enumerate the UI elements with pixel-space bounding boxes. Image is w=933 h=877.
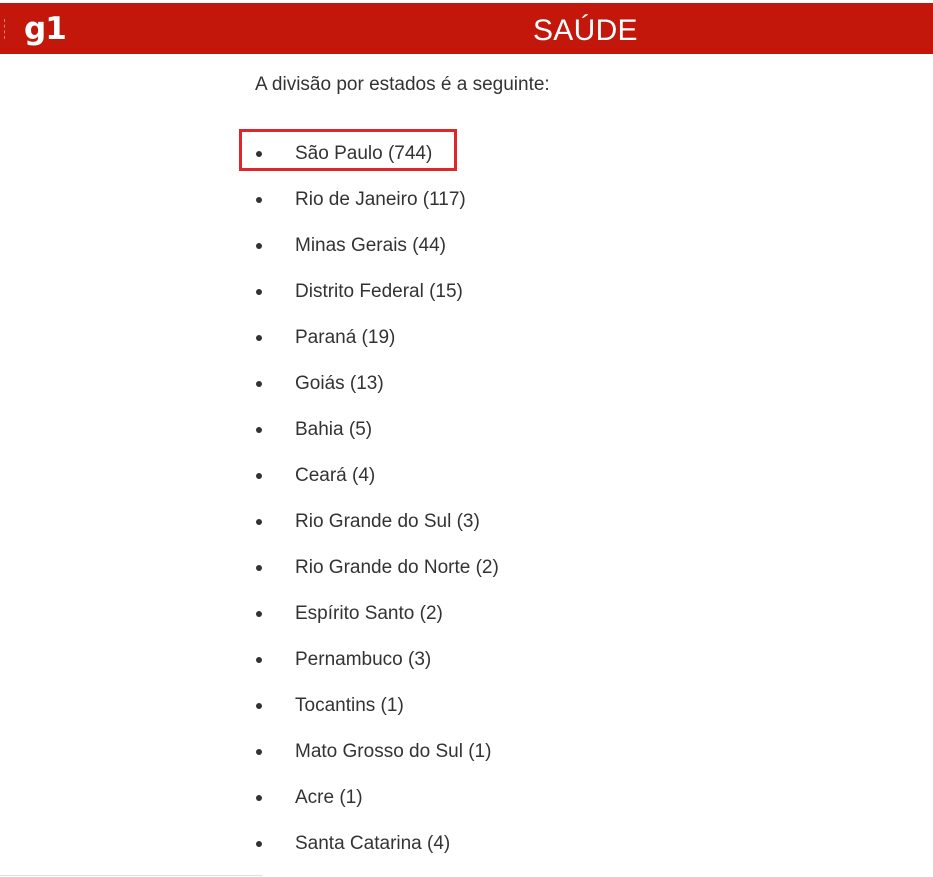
state-label: Rio Grande do Norte (2) (295, 557, 499, 578)
bullet-icon (256, 335, 262, 341)
state-label: Rio de Janeiro (117) (295, 189, 466, 210)
state-label: Bahia (5) (295, 419, 373, 440)
list-item-pernambuco: Pernambuco (3) (255, 646, 755, 692)
bullet-icon (256, 197, 262, 203)
state-label: Acre (1) (295, 787, 363, 808)
state-label: Mato Grosso do Sul (1) (295, 741, 492, 762)
state-label: Rio Grande do Sul (3) (295, 511, 480, 532)
article-intro-text: A divisão por estados é a seguinte: (255, 74, 550, 95)
list-item-tocantins: Tocantins (1) (255, 692, 755, 738)
bullet-icon (256, 473, 262, 479)
bullet-icon (256, 657, 262, 663)
site-header: g1 SAÚDE (0, 3, 933, 54)
bullet-icon (256, 243, 262, 249)
list-item-acre: Acre (1) (255, 784, 755, 830)
list-item-rio-grande-do-sul: Rio Grande do Sul (3) (255, 508, 755, 554)
bullet-icon (256, 795, 262, 801)
list-item-bahia: Bahia (5) (255, 416, 755, 462)
list-item-ceara: Ceará (4) (255, 462, 755, 508)
state-label: Pernambuco (3) (295, 649, 432, 670)
bullet-icon (256, 841, 262, 847)
state-label: Goiás (13) (295, 373, 384, 394)
state-label: Ceará (4) (295, 465, 376, 486)
state-label: Santa Catarina (4) (295, 833, 451, 854)
state-label: Minas Gerais (44) (295, 235, 446, 256)
list-item-distrito-federal: Distrito Federal (15) (255, 278, 755, 324)
header-edge-divider (4, 19, 6, 39)
list-item-minas-gerais: Minas Gerais (44) (255, 232, 755, 278)
bullet-icon (256, 611, 262, 617)
list-item-rio-de-janeiro: Rio de Janeiro (117) (255, 186, 755, 232)
highlight-box (239, 129, 457, 171)
bullet-icon (256, 703, 262, 709)
list-item-mato-grosso-do-sul: Mato Grosso do Sul (1) (255, 738, 755, 784)
state-label: Distrito Federal (15) (295, 281, 463, 302)
bottom-divider (0, 875, 262, 876)
list-item-goias: Goiás (13) (255, 370, 755, 416)
list-item-parana: Paraná (19) (255, 324, 755, 370)
states-list: São Paulo (744) Rio de Janeiro (117) Min… (255, 140, 755, 876)
list-item-rio-grande-do-norte: Rio Grande do Norte (2) (255, 554, 755, 600)
bullet-icon (256, 427, 262, 433)
bullet-icon (256, 565, 262, 571)
bullet-icon (256, 289, 262, 295)
state-label: Espírito Santo (2) (295, 603, 443, 624)
bullet-icon (256, 381, 262, 387)
state-label: Paraná (19) (295, 327, 396, 348)
bullet-icon (256, 749, 262, 755)
list-item-santa-catarina: Santa Catarina (4) (255, 830, 755, 876)
list-item-espirito-santo: Espírito Santo (2) (255, 600, 755, 646)
bullet-icon (256, 519, 262, 525)
g1-logo[interactable]: g1 (24, 9, 67, 49)
section-title[interactable]: SAÚDE (533, 13, 638, 49)
state-label: Tocantins (1) (295, 695, 404, 716)
